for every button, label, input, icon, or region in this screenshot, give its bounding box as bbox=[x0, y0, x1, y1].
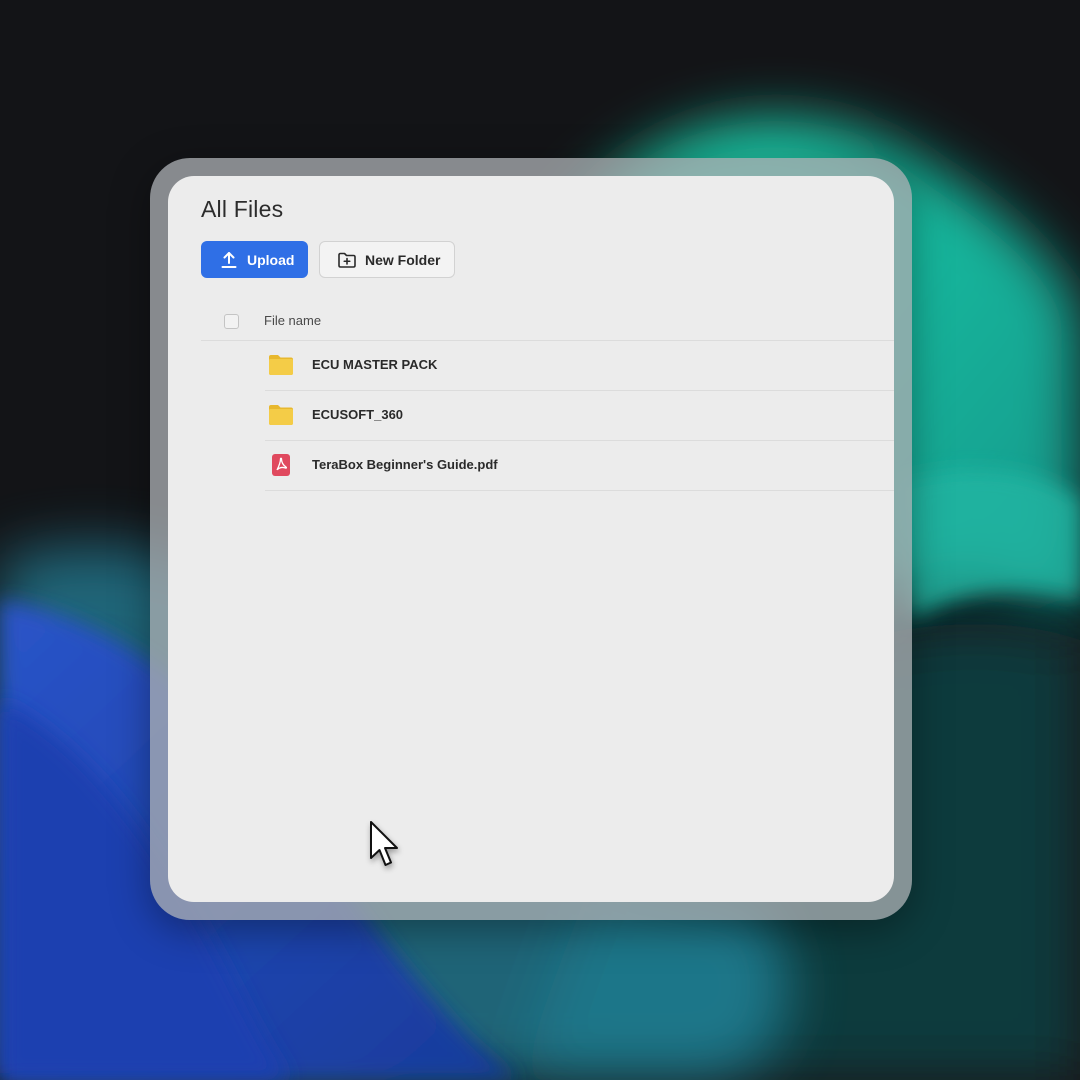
upload-icon bbox=[219, 250, 239, 270]
upload-button[interactable]: Upload bbox=[201, 241, 308, 278]
column-header-file-name: File name bbox=[264, 313, 322, 328]
new-folder-button-label: New Folder bbox=[365, 251, 441, 268]
file-manager-panel: All Files Upload New Folder File name EC… bbox=[168, 176, 894, 902]
new-folder-button[interactable]: New Folder bbox=[319, 241, 455, 278]
file-list-header: File name bbox=[201, 304, 894, 341]
folder-plus-icon bbox=[337, 250, 357, 270]
select-all-checkbox[interactable] bbox=[224, 314, 239, 329]
file-name: ECUSOFT_360 bbox=[312, 407, 404, 422]
file-row-terabox-beginners-guide[interactable]: TeraBox Beginner's Guide.pdf bbox=[265, 441, 894, 491]
file-row-ecusoft-360[interactable]: ECUSOFT_360 bbox=[265, 391, 894, 441]
file-name: ECU MASTER PACK bbox=[312, 357, 438, 372]
folder-icon bbox=[268, 403, 294, 427]
pdf-icon bbox=[268, 453, 294, 477]
mouse-pointer-icon bbox=[370, 821, 398, 866]
desktop: All Files Upload New Folder File name EC… bbox=[0, 0, 1080, 1080]
folder-icon bbox=[268, 353, 294, 377]
upload-button-label: Upload bbox=[247, 251, 295, 268]
file-row-ecu-master-pack[interactable]: ECU MASTER PACK bbox=[265, 341, 894, 391]
page-title: All Files bbox=[201, 196, 284, 222]
file-name: TeraBox Beginner's Guide.pdf bbox=[312, 457, 498, 472]
